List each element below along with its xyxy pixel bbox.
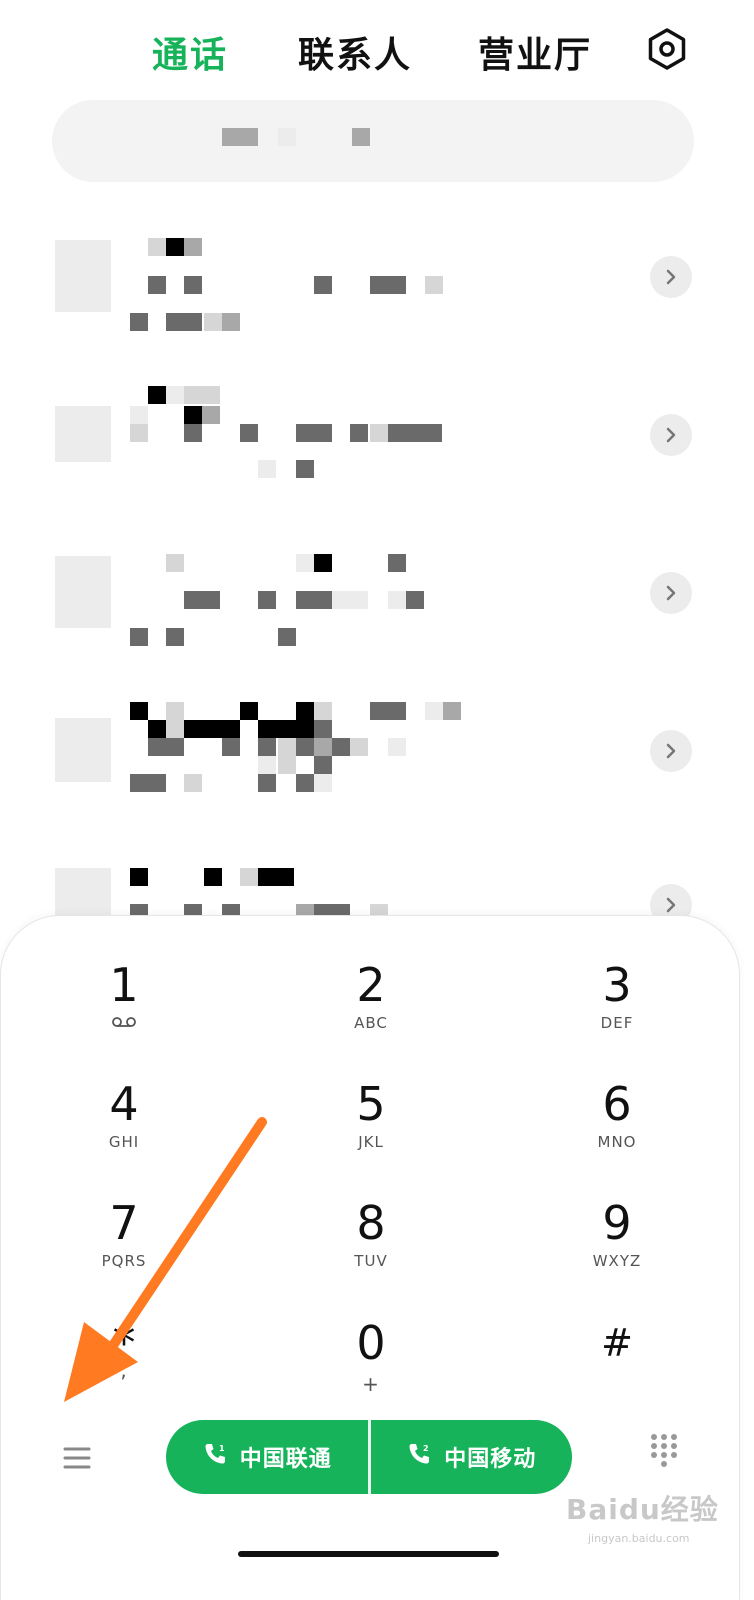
baidu-watermark: Baidu经验 jingyan.baidu.com bbox=[566, 1488, 746, 1548]
key-digit: # bbox=[601, 1321, 633, 1365]
key-letters: TUV bbox=[354, 1252, 388, 1270]
key-letters: DEF bbox=[600, 1014, 634, 1032]
key-digit: 6 bbox=[602, 1077, 632, 1131]
phone-sim2-icon: 2 bbox=[406, 1441, 432, 1473]
dialpad-grid-icon[interactable] bbox=[650, 1432, 678, 1478]
dial-key-1[interactable]: 1 bbox=[34, 958, 214, 1068]
divider bbox=[367, 1420, 371, 1494]
watermark-url: jingyan.baidu.com bbox=[588, 1532, 690, 1545]
key-letters: GHI bbox=[108, 1133, 140, 1151]
avatar bbox=[55, 718, 111, 782]
chevron-right-icon[interactable] bbox=[650, 572, 692, 614]
dial-key-9[interactable]: 9 WXYZ bbox=[527, 1196, 707, 1306]
dial-key-8[interactable]: 8 TUV bbox=[281, 1196, 461, 1306]
recent-call-row[interactable] bbox=[0, 516, 754, 666]
chevron-right-icon[interactable] bbox=[650, 730, 692, 772]
dial-key-2[interactable]: 2 ABC bbox=[281, 958, 461, 1068]
key-letters: , bbox=[120, 1358, 128, 1382]
key-letters: MNO bbox=[597, 1133, 637, 1151]
avatar bbox=[55, 240, 111, 312]
carrier-label: 中国联通 bbox=[239, 1447, 332, 1472]
key-digit: 8 bbox=[356, 1196, 386, 1250]
svg-text:1: 1 bbox=[219, 1444, 226, 1453]
tab-service-hall[interactable]: 营业厅 bbox=[478, 26, 592, 78]
key-digit: 7 bbox=[109, 1196, 139, 1250]
key-digit: 3 bbox=[602, 958, 632, 1012]
dial-key-0[interactable]: 0 + bbox=[281, 1316, 461, 1426]
watermark-logo: Baidu经验 bbox=[566, 1493, 719, 1526]
obscured-text bbox=[222, 128, 258, 146]
home-indicator[interactable] bbox=[238, 1551, 499, 1557]
svg-text:2: 2 bbox=[423, 1444, 430, 1453]
dial-key-hash[interactable]: # bbox=[527, 1316, 707, 1426]
dial-key-4[interactable]: 4 GHI bbox=[34, 1077, 214, 1187]
search-bar[interactable] bbox=[52, 100, 694, 182]
phone-sim1-icon: 1 bbox=[202, 1441, 228, 1473]
key-letters: + bbox=[362, 1372, 380, 1396]
obscured-text bbox=[352, 128, 370, 146]
dial-key-3[interactable]: 3 DEF bbox=[527, 958, 707, 1068]
key-digit: 0 bbox=[356, 1316, 386, 1370]
key-letters: ABC bbox=[354, 1014, 388, 1032]
call-button-sim2[interactable]: 2 中国移动 bbox=[371, 1420, 573, 1494]
voicemail-icon bbox=[34, 1014, 214, 1036]
call-button-sim1[interactable]: 1 中国联通 bbox=[166, 1420, 368, 1494]
key-letters: PQRS bbox=[101, 1252, 147, 1270]
key-letters: WXYZ bbox=[592, 1252, 642, 1270]
menu-icon[interactable] bbox=[62, 1442, 92, 1472]
key-digit: 4 bbox=[109, 1077, 139, 1131]
dial-key-star[interactable]: * , bbox=[34, 1316, 214, 1426]
dial-key-5[interactable]: 5 JKL bbox=[281, 1077, 461, 1187]
chevron-right-icon[interactable] bbox=[650, 414, 692, 456]
avatar bbox=[55, 406, 111, 462]
dial-key-6[interactable]: 6 MNO bbox=[527, 1077, 707, 1187]
recent-call-row[interactable] bbox=[0, 674, 754, 824]
top-tab-bar: 通话 联系人 营业厅 bbox=[0, 0, 754, 100]
avatar bbox=[55, 556, 111, 628]
tab-contacts[interactable]: 联系人 bbox=[298, 26, 412, 78]
tab-calls[interactable]: 通话 bbox=[152, 26, 228, 78]
key-digit: 2 bbox=[356, 958, 386, 1012]
call-button-group: 1 中国联通 2 中国移动 bbox=[166, 1420, 572, 1494]
recent-call-row[interactable] bbox=[0, 200, 754, 350]
carrier-label: 中国移动 bbox=[444, 1447, 537, 1472]
obscured-text bbox=[278, 128, 296, 146]
key-digit: 1 bbox=[109, 958, 139, 1012]
avatar bbox=[55, 868, 111, 918]
key-letters: JKL bbox=[358, 1133, 384, 1151]
chevron-right-icon[interactable] bbox=[650, 256, 692, 298]
dial-key-7[interactable]: 7 PQRS bbox=[34, 1196, 214, 1306]
recent-call-row[interactable] bbox=[0, 358, 754, 508]
settings-icon[interactable] bbox=[644, 26, 690, 72]
key-digit: 9 bbox=[602, 1196, 632, 1250]
key-digit: 5 bbox=[356, 1077, 386, 1131]
